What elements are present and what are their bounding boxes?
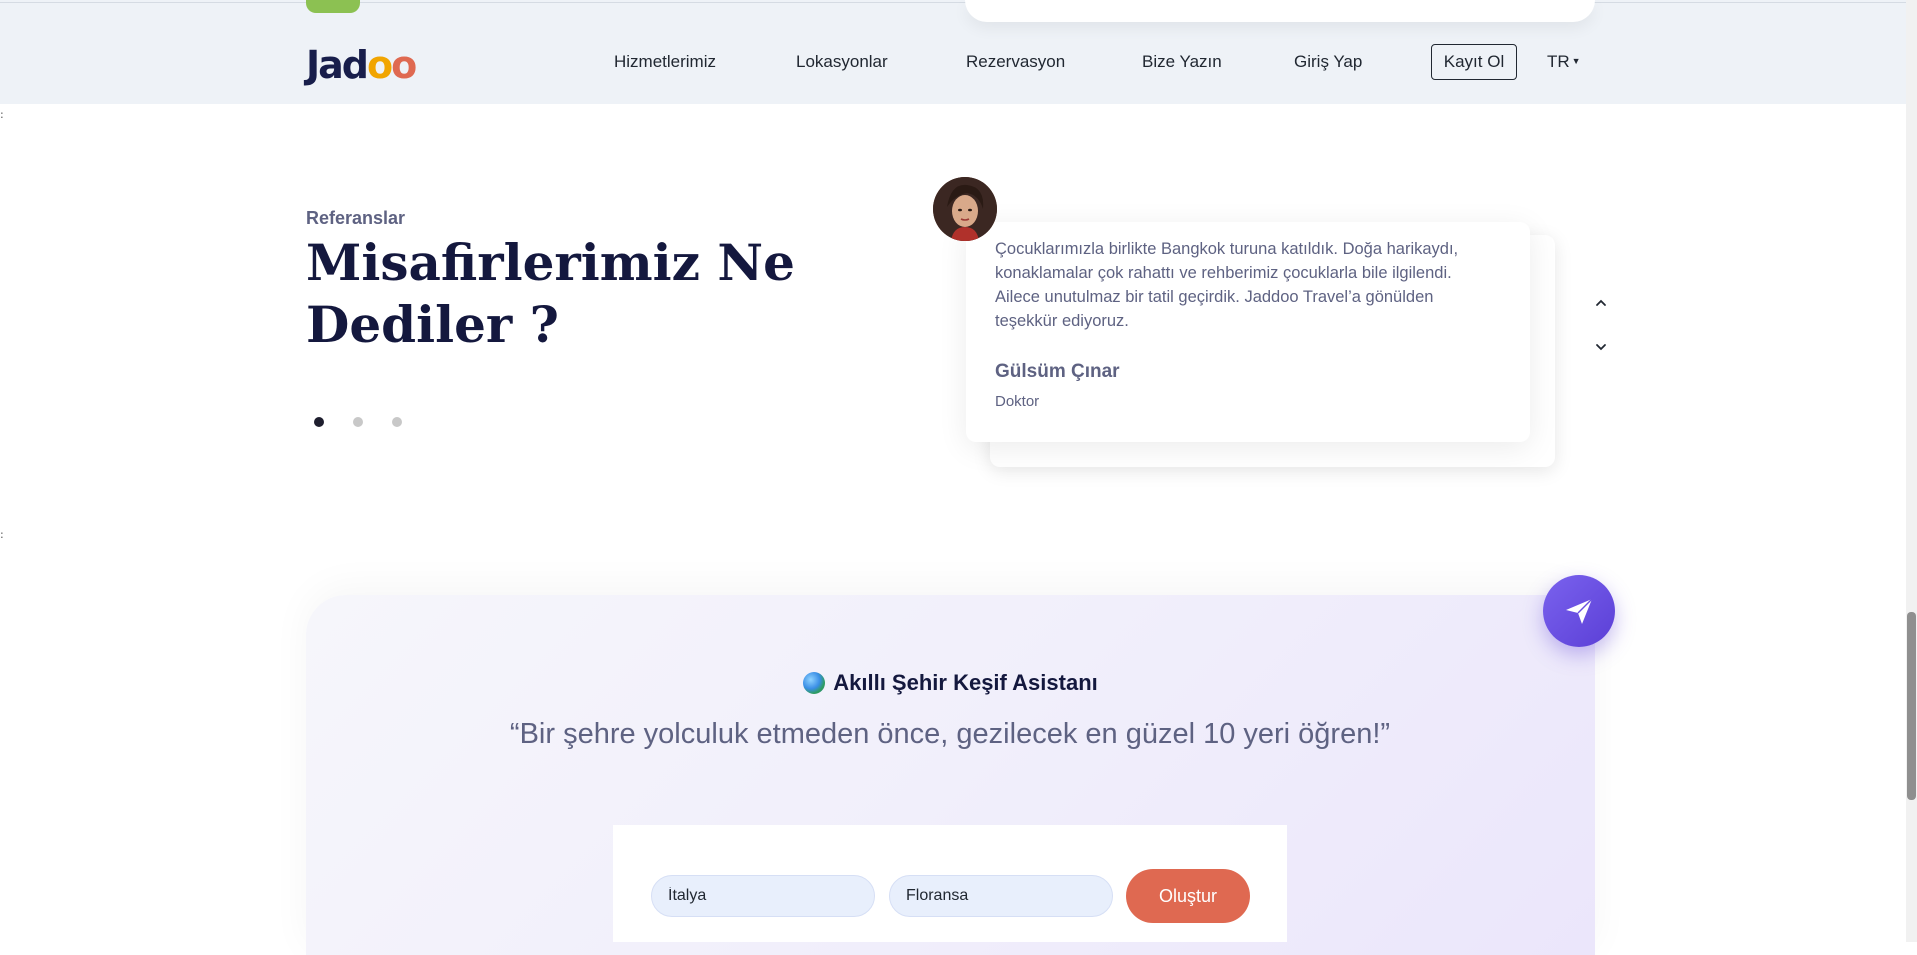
carousel-dot-1[interactable] <box>314 417 324 427</box>
create-button[interactable]: Oluştur <box>1126 869 1250 923</box>
testimonial-quote: Çocuklarımızla birlikte Bangkok turuna k… <box>995 240 1459 330</box>
testimonial-author: Gülsüm Çınar <box>995 361 1120 382</box>
assistant-tagline: “Bir şehre yolculuk etmeden önce, gezile… <box>509 718 1391 750</box>
previous-section-card-fragment <box>965 0 1595 22</box>
carousel-dot-3[interactable] <box>392 417 402 427</box>
caret-down-icon: ▼ <box>1571 56 1581 66</box>
site-header <box>0 0 1906 104</box>
edge-marker: : <box>0 528 4 541</box>
chevron-down-icon[interactable] <box>1591 337 1611 357</box>
logo-o-yellow: o <box>366 43 393 87</box>
language-label: TR <box>1547 52 1570 71</box>
previous-section-fragment <box>306 0 360 13</box>
globe-icon <box>803 672 826 694</box>
header-top-border <box>0 2 1906 3</box>
logo-o-red: o <box>391 43 417 87</box>
send-button[interactable] <box>1543 575 1615 647</box>
edge-marker: : <box>0 108 4 121</box>
section-subtitle: Referanslar <box>306 208 406 228</box>
scrollbar-track[interactable] <box>1906 0 1917 942</box>
avatar <box>933 177 997 241</box>
brand-logo[interactable]: Jadoo <box>306 40 417 90</box>
country-input[interactable] <box>651 875 875 917</box>
assistant-title-text: Akıllı Şehir Keşif Asistanı <box>833 670 1098 695</box>
testimonial-role: Doktor <box>995 393 1040 410</box>
logo-text: Jad <box>306 43 369 87</box>
language-dropdown[interactable]: TR ▼ <box>1547 52 1581 72</box>
nav-reservation[interactable]: Rezervasyon <box>966 52 1065 72</box>
city-input[interactable] <box>889 875 1113 917</box>
nav-locations[interactable]: Lokasyonlar <box>796 52 888 72</box>
assistant-title: Akıllı Şehir Keşif Asistanı <box>306 670 1595 696</box>
paper-plane-icon <box>1566 598 1593 624</box>
section-title: Misafirlerimiz Ne Dediler ? <box>306 233 795 354</box>
nav-login[interactable]: Giriş Yap <box>1294 52 1362 72</box>
nav-services[interactable]: Hizmetlerimiz <box>614 52 716 72</box>
chevron-up-icon[interactable] <box>1591 293 1611 313</box>
nav-contact[interactable]: Bize Yazın <box>1142 52 1222 72</box>
carousel-dot-2[interactable] <box>353 417 363 427</box>
scrollbar-thumb[interactable] <box>1907 612 1916 800</box>
signup-button[interactable]: Kayıt Ol <box>1431 44 1517 80</box>
